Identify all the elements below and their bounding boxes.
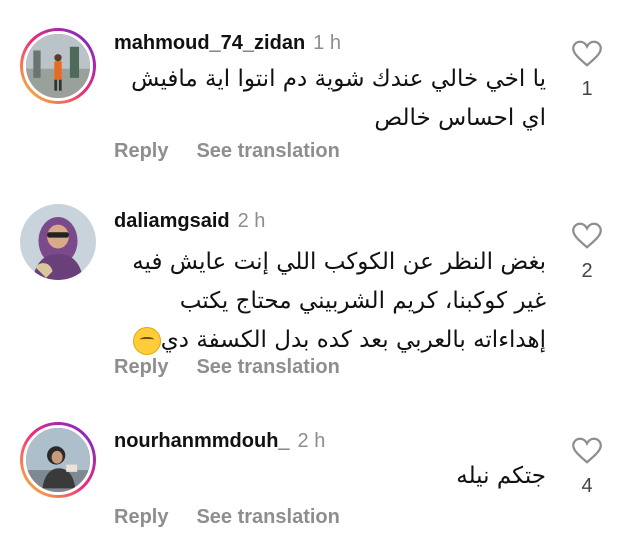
like-count: 2 bbox=[581, 260, 593, 282]
reply-button[interactable]: Reply bbox=[114, 140, 168, 162]
comment-text: بغض النظر عن الكوكب اللي إنت عايش فيه غي… bbox=[110, 243, 546, 360]
username-text[interactable]: mahmoud_74_zidan bbox=[114, 32, 305, 54]
heart-outline-icon[interactable] bbox=[572, 437, 602, 465]
comment-actions: Reply See translation bbox=[114, 506, 368, 529]
timestamp: 2 h bbox=[237, 210, 266, 232]
username[interactable]: nourhanmmdouh_ 2 h bbox=[114, 430, 325, 453]
comment-actions: Reply See translation bbox=[114, 140, 368, 163]
avatar[interactable] bbox=[20, 28, 96, 104]
comment-text: يا اخي خالي عندك شوية دم انتوا اية مافيش… bbox=[131, 66, 546, 131]
comment-text: جتكم نيله bbox=[456, 463, 546, 489]
username-text[interactable]: nourhanmmdouh_ bbox=[114, 430, 290, 452]
see-translation-button[interactable]: See translation bbox=[196, 140, 339, 162]
see-translation-button[interactable]: See translation bbox=[196, 506, 339, 528]
username[interactable]: mahmoud_74_zidan 1 h bbox=[114, 32, 341, 55]
like-button[interactable]: 2 bbox=[570, 222, 604, 283]
comment-actions: Reply See translation bbox=[114, 356, 368, 379]
reply-button[interactable]: Reply bbox=[114, 506, 168, 528]
timestamp: 1 h bbox=[313, 32, 341, 54]
like-count: 1 bbox=[581, 78, 593, 100]
avatar[interactable] bbox=[20, 204, 96, 280]
avatar[interactable] bbox=[20, 422, 96, 498]
like-button[interactable]: 1 bbox=[570, 40, 604, 101]
like-count: 4 bbox=[581, 475, 593, 497]
avatar-photo bbox=[20, 204, 96, 280]
username[interactable]: daliamgsaid 2 h bbox=[114, 210, 265, 233]
heart-outline-icon[interactable] bbox=[572, 40, 602, 68]
smiling-face-with-tear-emoji bbox=[132, 326, 161, 355]
avatar-photo bbox=[26, 428, 90, 492]
avatar-photo bbox=[26, 34, 90, 98]
heart-outline-icon[interactable] bbox=[572, 222, 602, 250]
username-text[interactable]: daliamgsaid bbox=[114, 210, 230, 232]
see-translation-button[interactable]: See translation bbox=[196, 356, 339, 378]
timestamp: 2 h bbox=[297, 430, 326, 452]
reply-button[interactable]: Reply bbox=[114, 356, 168, 378]
like-button[interactable]: 4 bbox=[570, 437, 604, 498]
comment-text-content: بغض النظر عن الكوكب اللي إنت عايش فيه غي… bbox=[132, 249, 546, 353]
